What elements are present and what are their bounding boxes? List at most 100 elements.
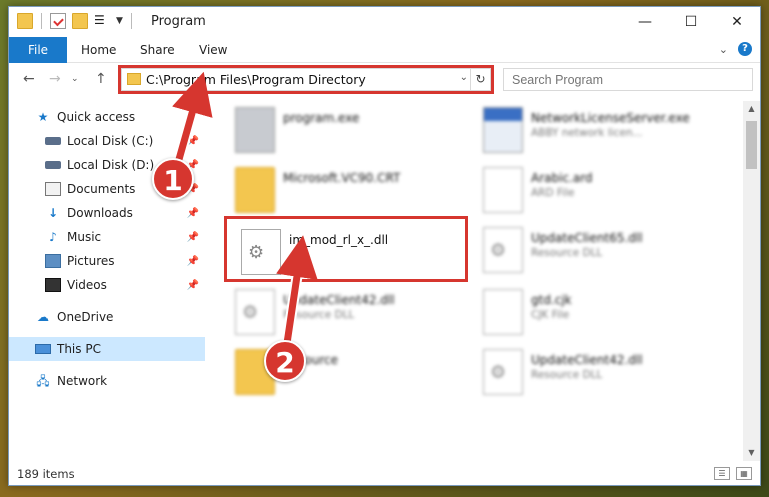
star-icon: ★	[37, 110, 49, 124]
customize-toolbar-icon[interactable]: ☰	[94, 13, 110, 29]
sidebar-item-downloads[interactable]: ↓ Downloads 📌	[9, 201, 205, 225]
file-item[interactable]: UpdateClient42.dll Resource DLL	[483, 349, 723, 405]
ribbon-tabs: File Home Share View ⌄ ?	[9, 37, 760, 63]
help-icon[interactable]: ?	[738, 42, 752, 56]
sidebar-item-label: Videos	[67, 278, 107, 292]
sidebar-item-music[interactable]: ♪ Music 📌	[9, 225, 205, 249]
sidebar-item-local-disk-c[interactable]: Local Disk (C:) 📌	[9, 129, 205, 153]
sidebar-item-network[interactable]: 🖧 Network	[9, 369, 205, 393]
tab-home[interactable]: Home	[81, 37, 116, 63]
drive-icon	[45, 161, 61, 169]
music-icon: ♪	[49, 230, 57, 244]
back-arrow-icon[interactable]: ←	[23, 71, 35, 87]
file-highlight-box	[224, 216, 468, 282]
forward-arrow-icon[interactable]: →	[49, 71, 61, 87]
navigation-bar: ← → ⌄ ↑ C:\Program Files\Program Directo…	[9, 63, 760, 95]
file-item[interactable]: Microsoft.VC90.CRT	[235, 167, 475, 223]
sidebar-item-label: Pictures	[67, 254, 115, 268]
videos-icon	[45, 278, 61, 292]
sidebar-item-this-pc[interactable]: This PC	[9, 337, 205, 361]
sidebar-item-label: Quick access	[57, 110, 136, 124]
status-bar: 189 items ☰ ▦	[9, 463, 760, 485]
pin-icon[interactable]: 📌	[187, 280, 199, 291]
file-item[interactable]: Arabic.ard ARD File	[483, 167, 723, 223]
file-item[interactable]: NetworkLicenseServer.exe ABBY network lic…	[483, 107, 723, 163]
sidebar-item-onedrive[interactable]: ☁ OneDrive	[9, 305, 205, 329]
file-name: gtd.cjk	[531, 293, 572, 307]
dll-icon	[483, 349, 523, 395]
sidebar-item-videos[interactable]: Videos 📌	[9, 273, 205, 297]
tab-share[interactable]: Share	[140, 37, 175, 63]
sidebar-item-label: This PC	[57, 342, 101, 356]
pin-icon[interactable]: 📌	[187, 208, 199, 219]
window-controls: — ☐ ✕	[622, 7, 760, 37]
sidebar-item-pictures[interactable]: Pictures 📌	[9, 249, 205, 273]
sidebar-item-label: Music	[67, 230, 102, 244]
properties-icon[interactable]	[50, 13, 66, 29]
dll-icon	[235, 289, 275, 335]
file-item[interactable]: program.exe	[235, 107, 475, 163]
sidebar-item-label: Documents	[67, 182, 136, 196]
pin-icon[interactable]: 📌	[187, 256, 199, 267]
search-input[interactable]	[504, 69, 724, 90]
sidebar-item-quick-access[interactable]: ★ Quick access	[9, 105, 205, 129]
file-description: Resource DLL	[531, 247, 603, 259]
documents-icon	[45, 182, 61, 196]
toolbar-divider	[130, 13, 132, 29]
file-item[interactable]: UpdateClient65.dll Resource DLL	[483, 227, 723, 283]
file-item[interactable]: gtd.cjk CJK File	[483, 289, 723, 345]
dll-icon	[483, 227, 523, 273]
tab-file[interactable]: File	[9, 37, 67, 63]
file-description: Resource DLL	[531, 369, 603, 381]
network-icon: 🖧	[36, 374, 50, 388]
search-box[interactable]	[503, 68, 753, 91]
file-name: UpdateClient65.dll	[531, 231, 643, 245]
drive-icon	[45, 137, 61, 145]
details-view-icon[interactable]: ☰	[714, 467, 730, 480]
new-folder-icon[interactable]	[72, 13, 88, 29]
tab-view[interactable]: View	[199, 37, 227, 63]
close-button[interactable]: ✕	[714, 7, 760, 37]
title-bar: ☰ ▼ Program — ☐ ✕	[9, 7, 760, 37]
pictures-icon	[45, 254, 61, 268]
computer-icon	[35, 344, 51, 354]
item-count: 189 items	[17, 467, 75, 481]
pin-icon[interactable]: 📌	[187, 136, 199, 147]
step-1-callout: 1	[152, 158, 194, 200]
sidebar-item-label: Downloads	[67, 206, 133, 220]
downloads-icon: ↓	[47, 206, 59, 220]
file-item[interactable]: UpdateClient42.dll Resource DLL	[235, 289, 475, 345]
chevron-down-icon[interactable]: ▼	[116, 16, 123, 26]
pin-icon[interactable]: 📌	[187, 232, 199, 243]
address-highlight-box	[118, 65, 494, 94]
navigation-pane: ★ Quick access Local Disk (C:) 📌 Local D…	[9, 101, 205, 461]
file-name: Arabic.ard	[531, 171, 593, 185]
maximize-button[interactable]: ☐	[668, 7, 714, 37]
large-icons-view-icon[interactable]: ▦	[736, 467, 752, 480]
scroll-up-icon[interactable]: ▲	[743, 101, 760, 117]
scroll-thumb[interactable]	[746, 121, 757, 169]
file-description: Resource DLL	[283, 309, 355, 321]
recent-locations-icon[interactable]: ⌄	[71, 74, 79, 84]
file-name: NetworkLicenseServer.exe	[531, 111, 690, 125]
folder-icon	[235, 167, 275, 213]
sidebar-item-label: Local Disk (D:)	[67, 158, 155, 172]
up-arrow-icon[interactable]: ↑	[95, 71, 107, 87]
expand-ribbon-icon[interactable]: ⌄	[719, 43, 728, 56]
sidebar-item-label: Network	[57, 374, 108, 388]
window-title: Program	[151, 14, 206, 29]
sidebar-item-label: Local Disk (C:)	[67, 134, 154, 148]
step-2-callout: 2	[264, 340, 306, 382]
file-name: UpdateClient42.dll	[283, 293, 395, 307]
file-description: ARD File	[531, 187, 575, 199]
minimize-button[interactable]: —	[622, 7, 668, 37]
ribbon-right-controls: ⌄ ?	[719, 42, 752, 56]
exe-icon	[235, 107, 275, 153]
file-description: CJK File	[531, 309, 570, 321]
vertical-scrollbar[interactable]: ▲ ▼	[743, 101, 760, 461]
file-icon	[483, 167, 523, 213]
file-name: Microsoft.VC90.CRT	[283, 171, 401, 185]
scroll-down-icon[interactable]: ▼	[743, 445, 760, 461]
file-description: ABBY network licen...	[531, 127, 643, 139]
view-toggle: ☰ ▦	[714, 467, 752, 480]
